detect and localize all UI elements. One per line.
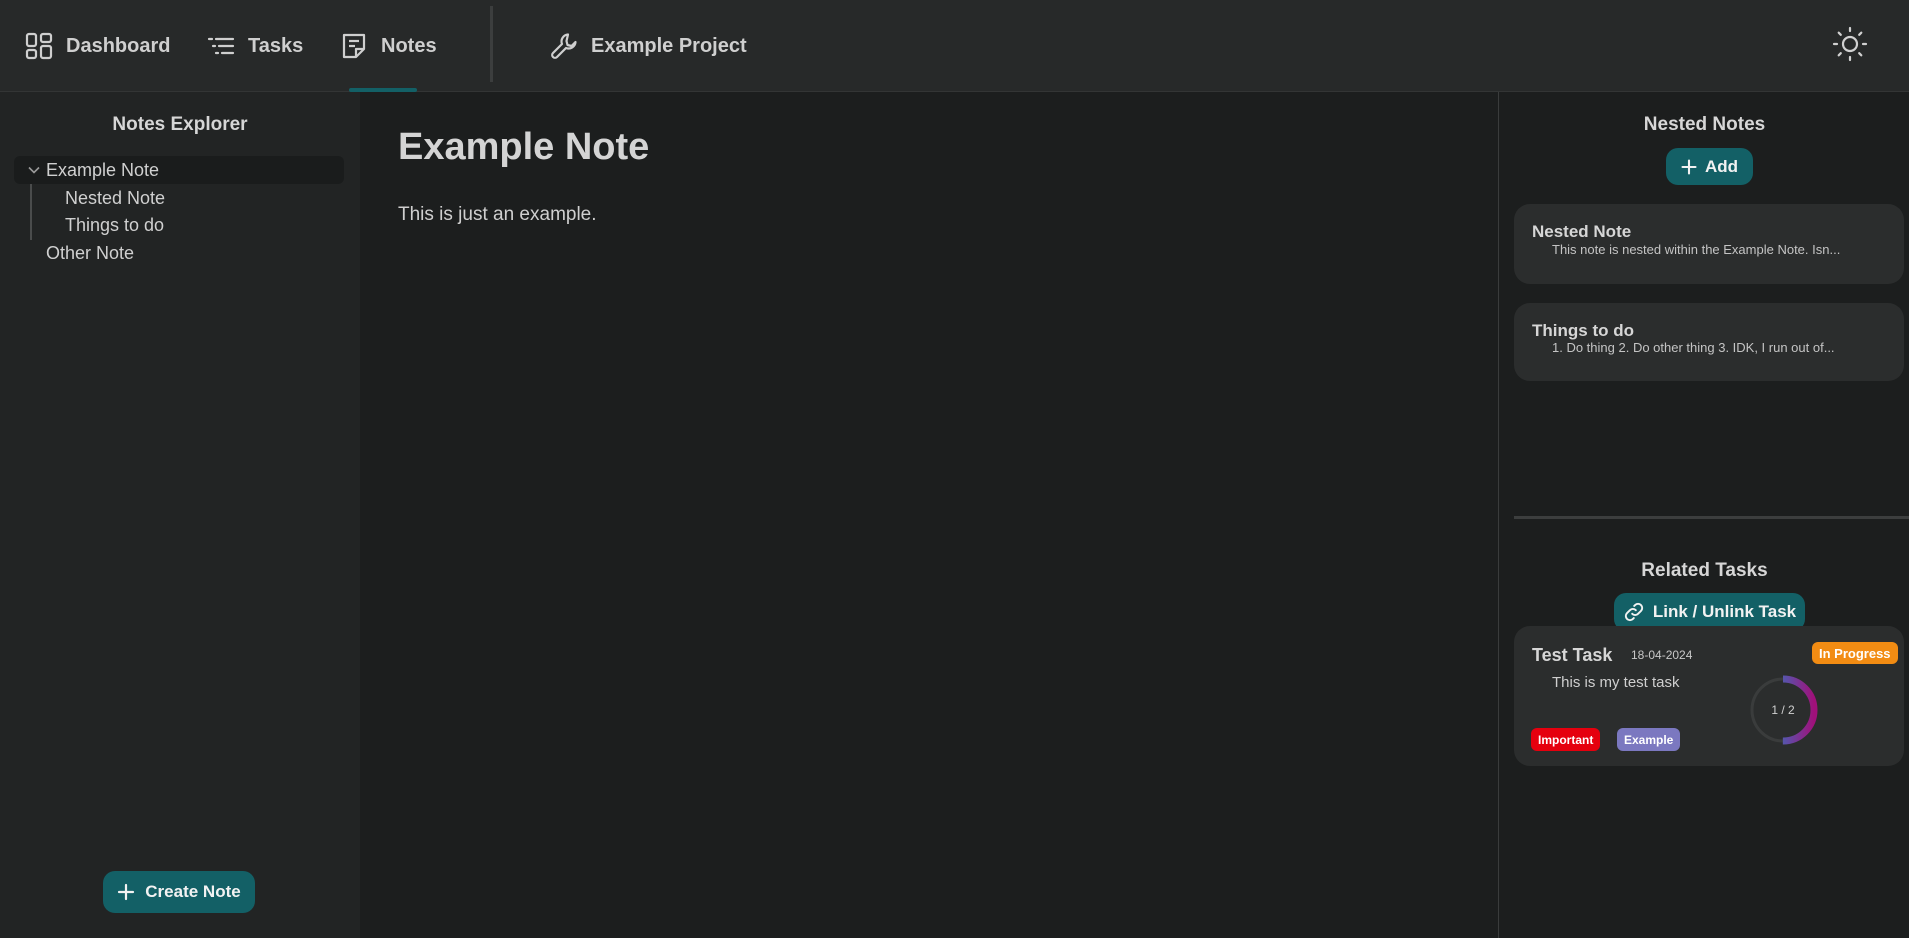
progress-text: 1 / 2 [1771, 703, 1795, 717]
nav-notes[interactable]: Notes [339, 0, 437, 92]
tree-item-things-to-do[interactable]: Things to do [65, 211, 164, 239]
nav-dashboard[interactable]: Dashboard [24, 0, 170, 92]
nav-tasks-label: Tasks [248, 34, 304, 57]
nested-note-card-preview: 1. Do thing 2. Do other thing 3. IDK, I … [1552, 340, 1835, 355]
tree-item-label: Nested Note [65, 187, 166, 208]
nav-divider [490, 6, 493, 82]
dashboard-icon [25, 32, 53, 60]
nested-note-card-title: Nested Note [1532, 222, 1632, 241]
sidebar-title: Notes Explorer [112, 114, 248, 135]
notes-explorer-sidebar: Notes Explorer Example Note Nested Note … [0, 92, 360, 938]
note-body[interactable]: This is just an example. [398, 204, 597, 226]
tree-item-example-note[interactable]: Example Note [14, 156, 344, 184]
top-navigation: Dashboard Tasks Notes Example Project [0, 0, 1909, 92]
tree-item-nested-note[interactable]: Nested Note [65, 184, 165, 212]
nested-note-card-title: Things to do [1532, 321, 1634, 340]
tree-item-label: Things to do [65, 214, 165, 235]
add-nested-note-button[interactable]: Add [1666, 148, 1753, 185]
note-title[interactable]: Example Note [398, 126, 649, 169]
plus-icon [1681, 158, 1697, 175]
sun-icon [1832, 26, 1868, 62]
notes-icon [342, 33, 366, 59]
status-badge: In Progress [1812, 642, 1898, 664]
link-icon [1624, 602, 1643, 622]
link-unlink-label: Link / Unlink Task [1652, 602, 1797, 621]
panel-divider [1514, 516, 1909, 519]
theme-toggle-button[interactable] [1830, 24, 1870, 64]
tree-item-label: Other Note [46, 242, 135, 263]
tree-item-label: Example Note [46, 159, 160, 180]
tag-badge: Important [1531, 728, 1601, 751]
task-title: Test Task [1532, 645, 1613, 665]
create-note-button[interactable]: Create Note [103, 871, 255, 913]
nav-tasks[interactable]: Tasks [206, 0, 303, 92]
tasks-list-icon [207, 37, 235, 55]
nested-notes-title: Nested Notes [1643, 114, 1766, 135]
chevron-down-icon[interactable] [24, 160, 44, 180]
nav-dashboard-label: Dashboard [66, 34, 171, 57]
add-button-label: Add [1704, 156, 1739, 176]
nav-project-label: Example Project [591, 34, 747, 57]
task-date: 18-04-2024 [1631, 648, 1693, 662]
tree-item-other-note[interactable]: Other Note [46, 239, 134, 267]
wrench-icon [551, 33, 577, 59]
nested-note-card[interactable]: Nested Note This note is nested within t… [1514, 204, 1904, 284]
nested-note-card-preview: This note is nested within the Example N… [1552, 242, 1841, 257]
right-panel: Nested Notes Add Nested Note This note i… [1498, 92, 1909, 938]
nav-notes-label: Notes [381, 34, 437, 57]
task-card[interactable]: Test Task 18-04-2024 In Progress This is… [1514, 626, 1904, 766]
create-note-label: Create Note [145, 882, 241, 901]
related-tasks-title: Related Tasks [1641, 560, 1768, 581]
tag-badge: Example [1617, 728, 1681, 751]
task-description: This is my test task [1552, 674, 1680, 691]
note-editor[interactable]: Example Note This is just an example. [360, 92, 1498, 938]
plus-icon [118, 883, 135, 901]
nav-project[interactable]: Example Project [549, 0, 747, 92]
progress-ring: 1 / 2 [1747, 674, 1819, 746]
nested-note-card[interactable]: Things to do 1. Do thing 2. Do other thi… [1514, 303, 1904, 381]
tree-indent-guide [30, 184, 32, 240]
